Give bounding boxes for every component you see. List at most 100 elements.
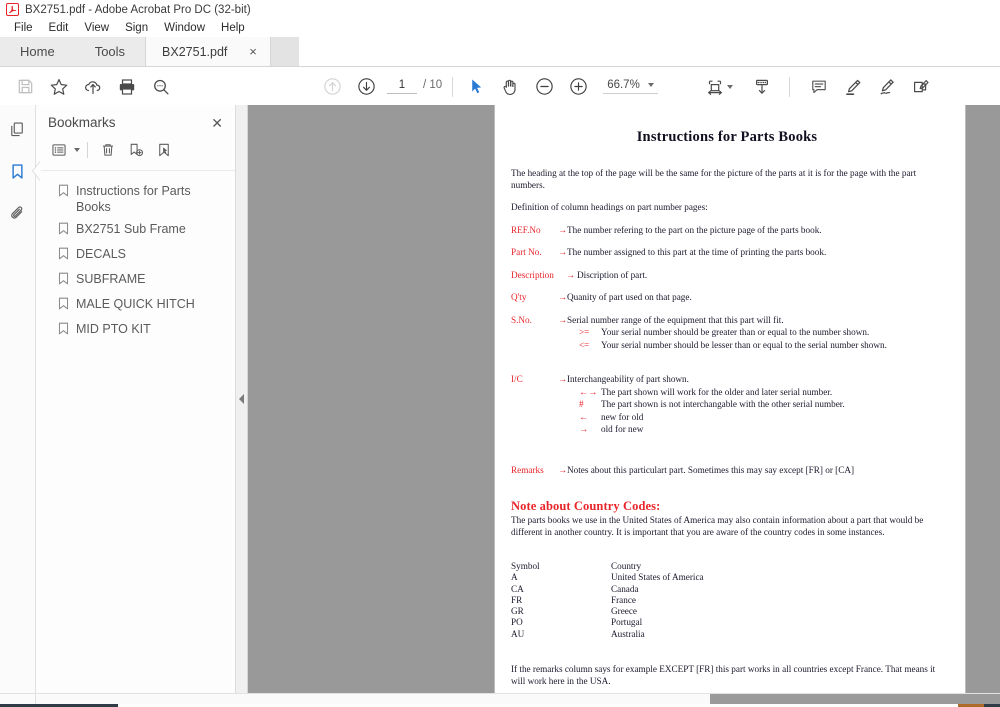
list-item[interactable]: MID PTO KIT [36,318,235,343]
list-item[interactable]: SUBFRAME [36,268,235,293]
arrow-icon: → [557,292,567,302]
definition-row-part-no: Part No. → The number assigned to this p… [511,247,943,259]
column-header-country: Country [611,561,642,571]
bookmarks-toolbar-separator [87,142,88,158]
list-item[interactable]: BX2751 Sub Frame [36,218,235,243]
hand-tool-icon[interactable] [493,70,527,104]
rule-symbol: >= [579,327,590,337]
interchange-rule-row: → old for new [567,423,845,436]
menu-window[interactable]: Window [156,20,213,37]
acrobat-icon [6,3,19,16]
new-bookmark-icon[interactable] [123,138,149,162]
serial-rule-row: >= Your serial number should be greater … [567,326,887,339]
save-icon[interactable] [8,70,42,104]
cell-symbol: GR [511,606,524,617]
definition-label: Description → [511,270,577,282]
menu-file[interactable]: File [6,20,41,37]
definition-label: Q'ty → [511,292,567,304]
main-toolbar: / 10 [0,67,1000,107]
cell-country: Greece [611,606,638,617]
bookmark-options-chevron-down-icon[interactable] [74,148,80,152]
definition-description: Notes about this particulart part. Somet… [567,464,855,475]
rule-symbol: ← [579,411,589,422]
arrow-icon: → [557,374,567,384]
draw-freeform-icon[interactable] [870,70,904,104]
close-icon[interactable]: ✕ [211,116,223,130]
print-icon[interactable] [110,70,144,104]
zoom-in-icon[interactable] [561,70,595,104]
definition-label-text: REF.No [511,224,541,235]
comment-icon[interactable] [802,70,836,104]
star-icon[interactable] [42,70,76,104]
cell-symbol: A [511,572,518,583]
menu-sign[interactable]: Sign [117,20,156,37]
menu-edit[interactable]: Edit [41,20,77,37]
rule-symbol: ←→ [579,386,598,397]
table-row: CA Canada [511,584,943,595]
cell-symbol: PO [511,617,523,628]
bookmark-icon [58,247,69,265]
document-intro-1: The heading at the top of the page will … [511,168,917,190]
bookmark-icon [58,222,69,240]
definition-label-text: I/C [511,374,523,384]
bookmark-label: MID PTO KIT [76,322,151,336]
table-row: AU Australia [511,629,943,640]
bookmark-target-icon[interactable] [151,138,177,162]
menu-help[interactable]: Help [213,20,253,37]
zoom-level-value: 66.7% [607,79,640,91]
toolbar-nav-group: / 10 [315,70,446,104]
toolbar-separator-1 [452,76,454,97]
list-item[interactable]: DECALS [36,243,235,268]
page-number-input[interactable] [387,79,417,94]
rule-text: Your serial number should be lesser than… [601,339,887,350]
definition-row-interchange: I/C → Interchangeability of part shown. … [511,374,943,436]
page-down-icon[interactable] [349,70,383,104]
table-row: GR Greece [511,606,943,617]
bookmarks-title: Bookmarks [48,115,116,130]
list-item[interactable]: Instructions for Parts Books [36,180,235,218]
definition-row-remarks: Remarks → Notes about this particulart p… [511,465,943,477]
tab-home[interactable]: Home [0,37,75,66]
panel-collapse-handle[interactable] [236,105,248,693]
definition-label: I/C → [511,374,567,386]
bookmarks-header: Bookmarks ✕ [36,105,235,138]
document-closing: If the remarks column says for example E… [511,664,936,686]
zoom-level-dropdown[interactable]: 66.7% [603,79,658,94]
table-header-row: Symbol Country [511,561,943,572]
fill-sign-icon[interactable] [904,70,938,104]
page-up-icon[interactable] [315,70,349,104]
table-row: A United States of America [511,572,943,583]
highlight-icon[interactable] [836,70,870,104]
fit-width-chevron-down-icon[interactable] [726,84,733,89]
search-icon[interactable] [144,70,178,104]
definition-label: S.No. → [511,315,567,327]
zoom-out-icon[interactable] [527,70,561,104]
list-item[interactable]: MALE QUICK HITCH [36,293,235,318]
toolbar-file-group [0,70,178,104]
delete-bookmark-icon[interactable] [95,138,121,162]
tab-document[interactable]: BX2751.pdf × [145,37,272,66]
toolbar-view-group: 66.7% [459,70,658,104]
bookmark-icon [58,297,69,315]
document-viewport[interactable]: Instructions for Parts Books The heading… [248,105,1000,693]
bookmarks-icon[interactable] [4,157,32,185]
bookmark-label: BX2751 Sub Frame [76,222,186,236]
attachments-icon[interactable] [4,199,32,227]
cell-country: Portugal [611,617,643,628]
close-icon[interactable]: × [245,45,261,58]
chevron-left-icon [239,394,244,404]
scroll-mode-icon[interactable] [745,70,779,104]
chevron-down-icon [647,83,654,87]
cell-symbol: AU [511,628,525,639]
toolbar-annotate-group [802,70,938,104]
tab-tools[interactable]: Tools [75,37,145,66]
cloud-upload-icon[interactable] [76,70,110,104]
arrow-icon: → [557,224,567,235]
select-tool-icon[interactable] [459,70,493,104]
definition-description: Serial number range of the equipment tha… [567,314,784,325]
bookmark-options-list-icon[interactable] [46,138,72,162]
page-thumbnails-icon[interactable] [4,115,32,143]
bookmarks-panel: Bookmarks ✕ Instructions for Parts Books… [36,105,236,693]
menu-view[interactable]: View [76,20,117,37]
